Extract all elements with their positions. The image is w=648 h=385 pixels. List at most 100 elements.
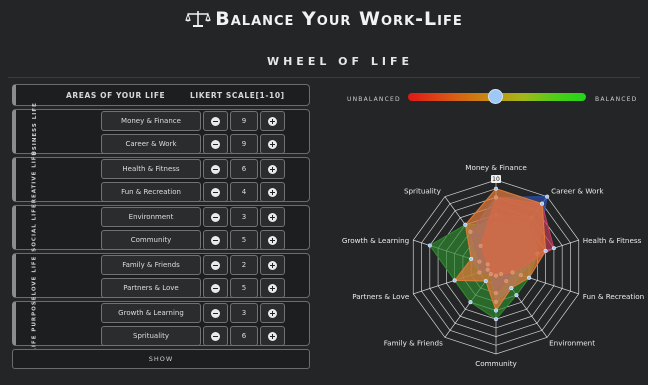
life-group: LOVE LIFE Family & Friends 2 Partners & Lov…	[12, 253, 310, 298]
plus-icon	[268, 139, 277, 149]
plus-icon	[268, 308, 277, 318]
life-group: SOCIAL LIFE Environment 3 Community 5	[12, 203, 310, 252]
column-header-scale: LIKERT SCALE[1-10]	[190, 91, 285, 100]
axis-label: Career & Work	[551, 187, 604, 196]
increment-button[interactable]	[260, 111, 285, 131]
likert-value[interactable]: 5	[230, 278, 258, 298]
axis-label: Money & Finance	[465, 163, 527, 172]
balanced-label: BALANCED	[595, 96, 638, 103]
data-point	[527, 275, 532, 280]
likert-value[interactable]: 3	[230, 207, 258, 227]
wheel-of-life-radar-chart: 10 Money & Finance Career & Work Health & F…	[342, 163, 644, 368]
decrement-button[interactable]	[203, 182, 228, 202]
likert-value[interactable]: 6	[230, 326, 258, 346]
decrement-button[interactable]	[203, 255, 228, 275]
group-label: LOVE LIFE	[20, 254, 50, 297]
decrement-button[interactable]	[203, 326, 228, 346]
plus-icon	[268, 164, 277, 174]
increment-button[interactable]	[260, 207, 285, 227]
life-group: LIFE PURPOSE Growth & Learning 3 Spritualit…	[12, 295, 310, 352]
minus-icon	[211, 308, 220, 318]
data-point	[469, 256, 474, 261]
area-name: Fun & Recreation	[101, 182, 201, 202]
scale-icon	[185, 10, 212, 33]
area-name: Environment	[101, 207, 201, 227]
increment-button[interactable]	[260, 134, 285, 154]
group-label-text: CREATIVE LIFE	[31, 150, 38, 209]
minus-icon	[211, 187, 220, 197]
decrement-button[interactable]	[203, 111, 228, 131]
area-name: Growth & Learning	[101, 303, 201, 323]
plus-icon	[268, 116, 277, 126]
decrement-button[interactable]	[203, 278, 228, 298]
data-point	[545, 194, 550, 199]
balance-slider-knob[interactable]	[488, 89, 504, 104]
likert-value[interactable]: 2	[230, 255, 258, 275]
decrement-button[interactable]	[203, 207, 228, 227]
decrement-button[interactable]	[203, 303, 228, 323]
group-label-text: SOCIAL LIFE	[31, 203, 38, 252]
data-point	[452, 278, 457, 283]
axis-label: Growth & Learning	[342, 236, 409, 245]
plus-icon	[268, 260, 277, 270]
axis-label: Sprituality	[404, 187, 442, 196]
app-title-text: Balance Your Work-Life	[215, 8, 463, 30]
column-header-areas: AREAS OF YOUR LIFE	[66, 91, 166, 100]
decrement-button[interactable]	[203, 230, 228, 250]
minus-icon	[211, 116, 220, 126]
decrement-button[interactable]	[203, 159, 228, 179]
group-label: BUSINESS LIFE	[20, 102, 50, 161]
data-point	[539, 201, 545, 206]
tick-label: 10	[492, 176, 500, 183]
plus-icon	[268, 212, 277, 222]
show-button[interactable]: SHOW	[12, 349, 310, 369]
area-name: Money & Finance	[101, 111, 201, 131]
unbalanced-label: UNBALANCED	[347, 96, 401, 103]
area-name: Career & Work	[101, 134, 201, 154]
likert-value[interactable]: 3	[230, 303, 258, 323]
life-group: CREATIVE LIFE Health & Fitness 6 Fun & Recr…	[12, 151, 310, 208]
plus-icon	[268, 331, 277, 341]
app-title: Balance Your Work-Life	[0, 8, 648, 33]
data-point	[493, 308, 499, 313]
likert-value[interactable]: 9	[230, 111, 258, 131]
axis-label: Family & Friends	[384, 338, 443, 347]
axis-label: Fun & Recreation	[583, 292, 644, 301]
data-point	[427, 243, 432, 248]
minus-icon	[211, 212, 220, 222]
section-title: WHEEL OF LIFE	[266, 55, 414, 68]
table-header: AREAS OF YOUR LIFE LIKERT SCALE[1-10]	[12, 84, 310, 106]
data-point	[543, 248, 548, 253]
increment-button[interactable]	[260, 326, 285, 346]
axis-label: Health & Fitness	[583, 236, 642, 245]
increment-button[interactable]	[260, 230, 285, 250]
life-group: BUSINESS LIFE Money & Finance 9 Career & Wo…	[12, 102, 310, 161]
group-label-text: LOVE LIFE	[31, 255, 38, 296]
increment-button[interactable]	[260, 159, 285, 179]
increment-button[interactable]	[260, 303, 285, 323]
data-point	[493, 186, 499, 191]
group-label-text: LIFE PURPOSE	[31, 295, 38, 352]
axis-label: Partners & Love	[352, 292, 410, 301]
axis-label: Environment	[549, 338, 595, 347]
increment-button[interactable]	[260, 278, 285, 298]
data-point	[514, 293, 519, 298]
minus-icon	[211, 235, 220, 245]
increment-button[interactable]	[260, 182, 285, 202]
area-name: Family & Friends	[101, 255, 201, 275]
increment-button[interactable]	[260, 255, 285, 275]
likert-value[interactable]: 4	[230, 182, 258, 202]
divider	[8, 77, 640, 78]
minus-icon	[211, 283, 220, 293]
minus-icon	[211, 164, 220, 174]
likert-value[interactable]: 5	[230, 230, 258, 250]
group-label: LIFE PURPOSE	[20, 295, 50, 351]
data-point	[468, 300, 473, 305]
plus-icon	[268, 235, 277, 245]
likert-value[interactable]: 6	[230, 159, 258, 179]
likert-value[interactable]: 9	[230, 134, 258, 154]
decrement-button[interactable]	[203, 134, 228, 154]
data-point	[551, 246, 556, 251]
minus-icon	[211, 331, 220, 341]
data-point	[483, 279, 488, 284]
